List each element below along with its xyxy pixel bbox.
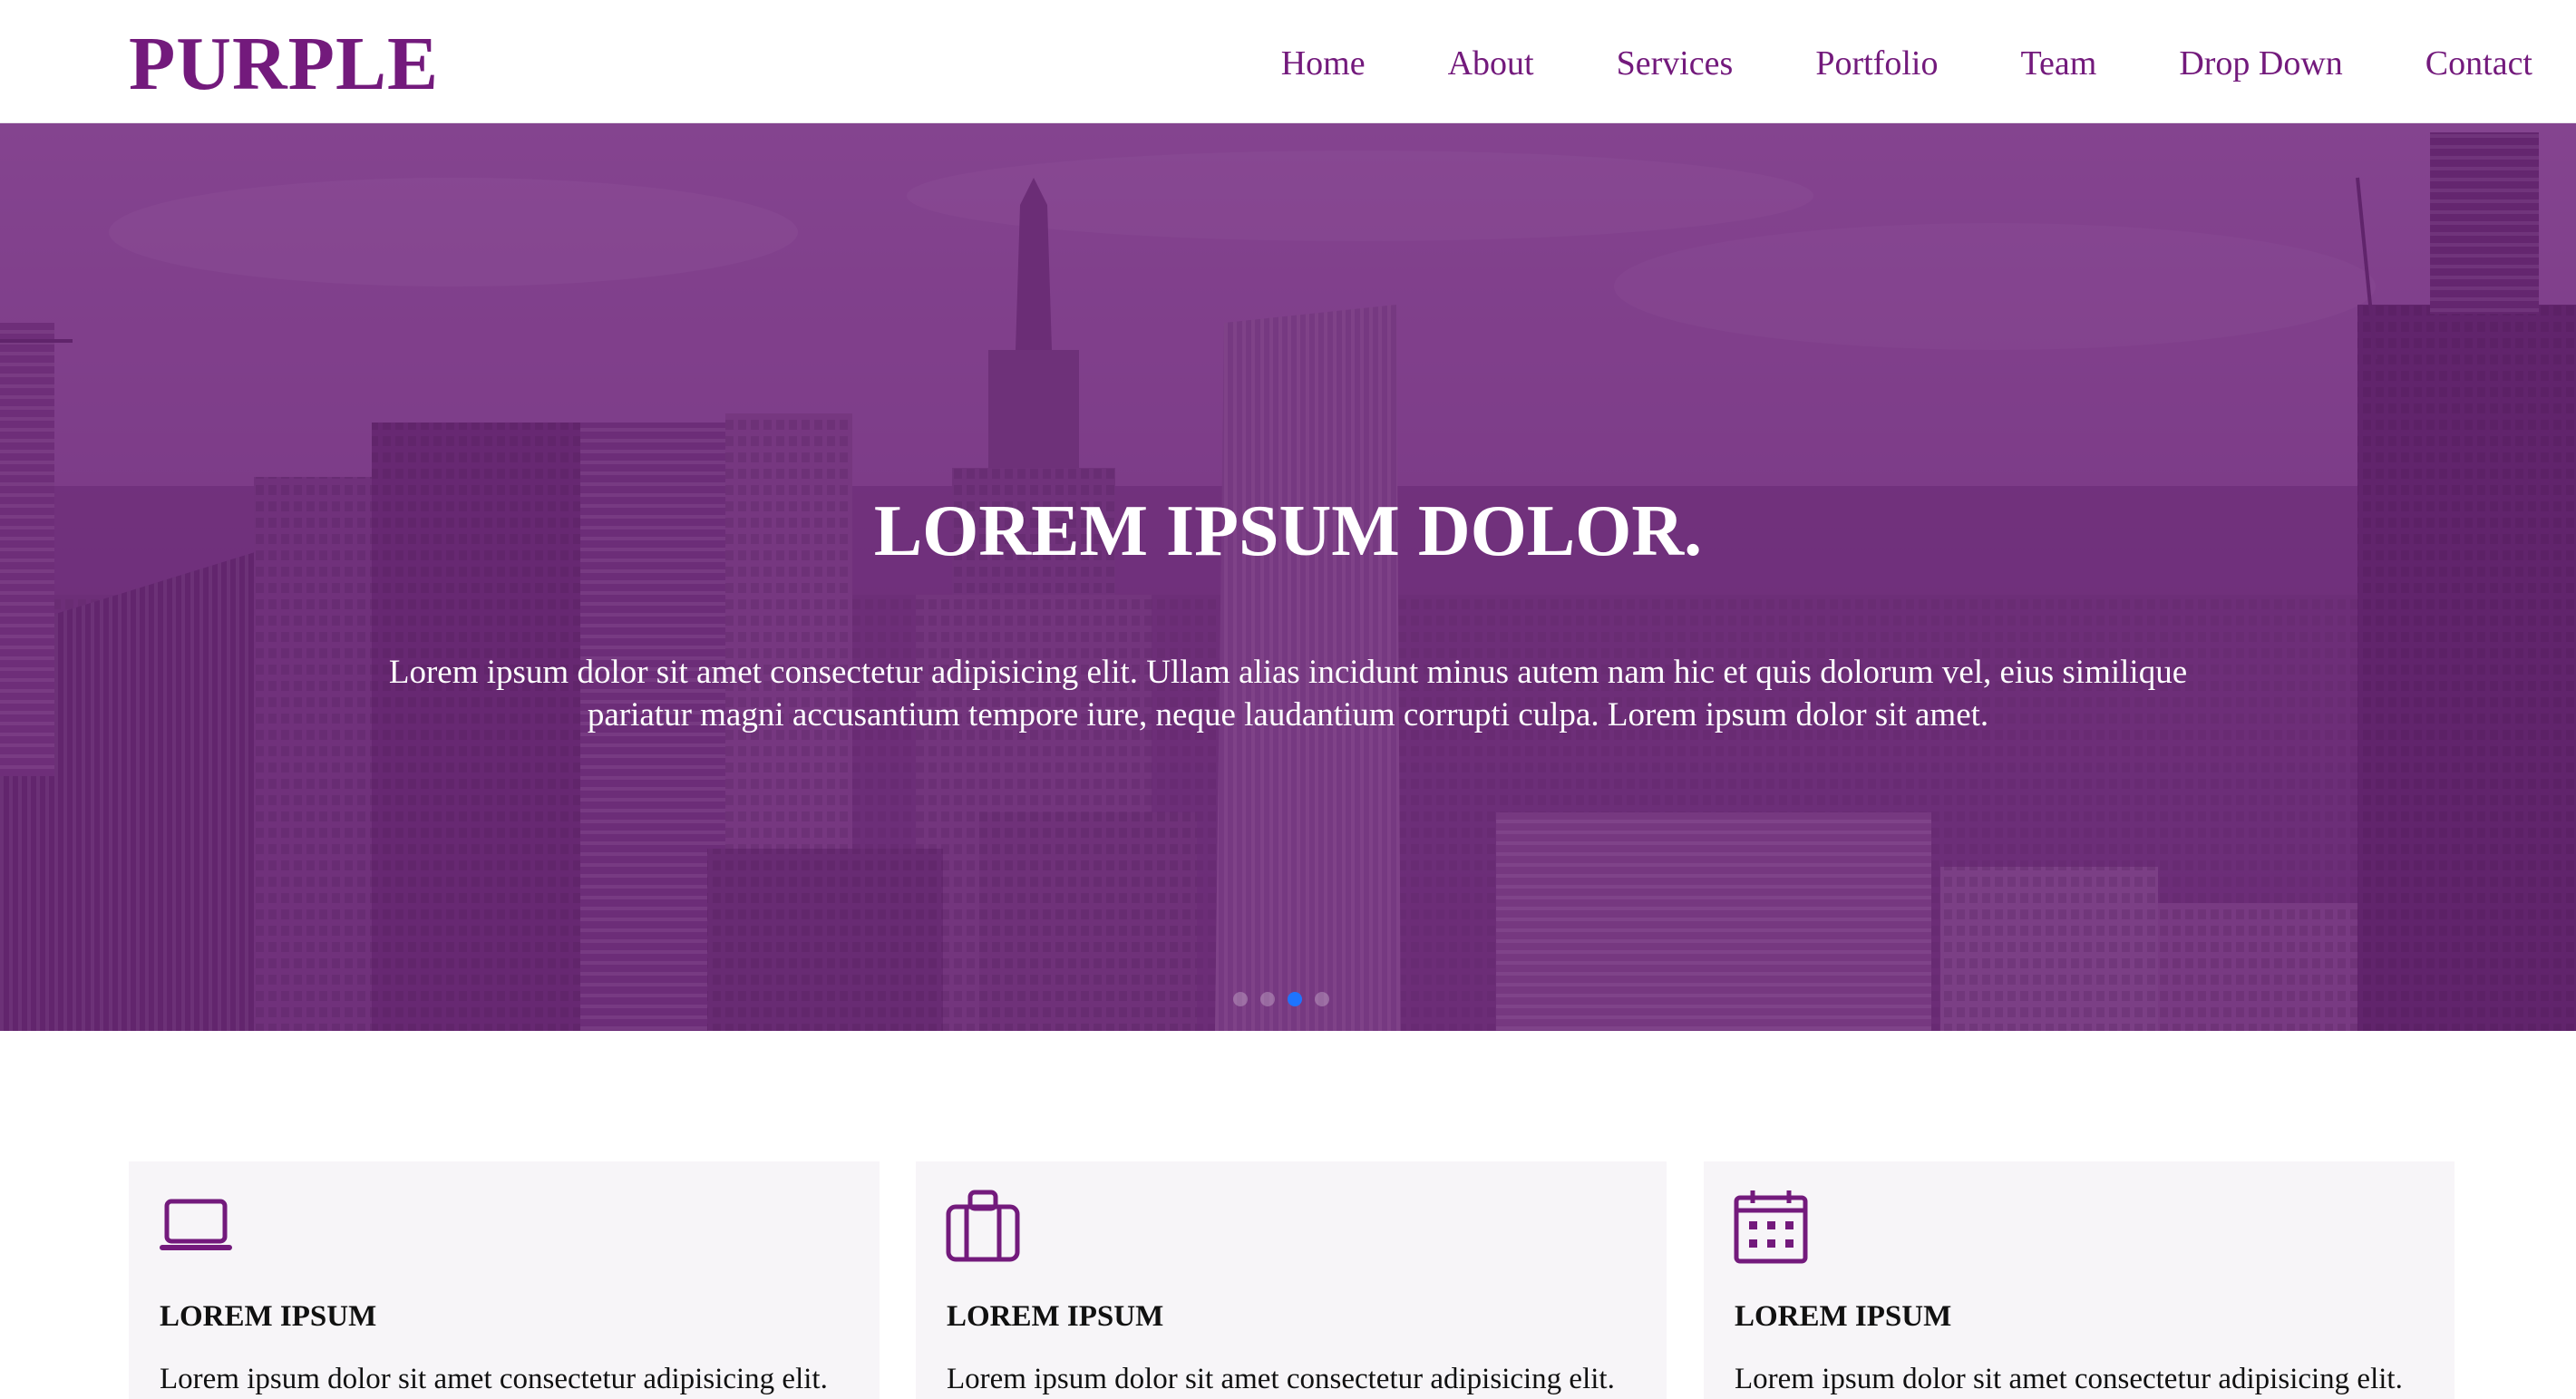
carousel-dot[interactable] [1233, 992, 1248, 1006]
nav-item-services[interactable]: Services [1617, 44, 1734, 83]
feature-description: Lorem ipsum dolor sit amet consectetur a… [947, 1363, 1615, 1395]
feature-description: Lorem ipsum dolor sit amet consectetur a… [160, 1363, 828, 1395]
feature-title: LOREM IPSUM [1735, 1300, 1952, 1333]
nav-item-portfolio[interactable]: Portfolio [1815, 44, 1938, 83]
feature-description: Lorem ipsum dolor sit amet consectetur a… [1735, 1363, 2403, 1395]
briefcase-icon [946, 1190, 1020, 1262]
laptop-icon [160, 1199, 232, 1250]
brand-logo[interactable]: PURPLE [129, 20, 439, 109]
carousel-indicators [1233, 992, 1329, 1006]
site-header: PURPLE Home About Services Portfolio Tea… [0, 0, 2576, 123]
hero-text: Lorem ipsum dolor sit amet consectetur a… [388, 654, 2188, 734]
nav-item-home[interactable]: Home [1281, 44, 1366, 83]
main-nav: Home About Services Portfolio Team Drop … [1281, 44, 2532, 83]
feature-title: LOREM IPSUM [947, 1300, 1164, 1333]
carousel-dot[interactable] [1260, 992, 1275, 1006]
carousel-dot-active[interactable] [1288, 992, 1302, 1006]
calendar-icon [1734, 1190, 1808, 1264]
nav-item-team[interactable]: Team [2020, 44, 2096, 83]
hero-overlay [0, 123, 2576, 1031]
nav-item-about[interactable]: About [1448, 44, 1534, 83]
nav-item-drop-down[interactable]: Drop Down [2179, 44, 2342, 83]
hero-carousel: LOREM IPSUM DOLOR. Lorem ipsum dolor sit… [0, 123, 2576, 1031]
carousel-dot[interactable] [1315, 992, 1329, 1006]
hero-title: LOREM IPSUM DOLOR. [873, 491, 1703, 571]
feature-title: LOREM IPSUM [160, 1300, 377, 1333]
nav-item-contact[interactable]: Contact [2425, 44, 2532, 83]
